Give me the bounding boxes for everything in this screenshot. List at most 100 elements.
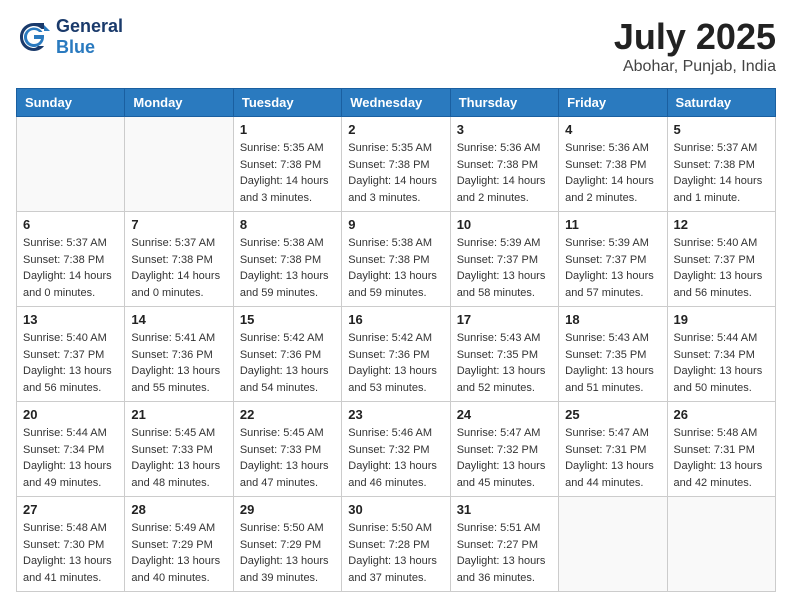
day-info: Sunrise: 5:37 AMSunset: 7:38 PMDaylight:… [23,235,118,301]
day-number: 21 [131,407,226,422]
calendar-cell: 22 Sunrise: 5:45 AMSunset: 7:33 PMDayligh… [233,402,341,497]
calendar-header-sunday: Sunday [17,89,125,117]
calendar-header-wednesday: Wednesday [342,89,450,117]
day-info: Sunrise: 5:36 AMSunset: 7:38 PMDaylight:… [565,140,660,206]
day-number: 27 [23,502,118,517]
day-info: Sunrise: 5:37 AMSunset: 7:38 PMDaylight:… [131,235,226,301]
calendar-cell: 31 Sunrise: 5:51 AMSunset: 7:27 PMDayligh… [450,497,558,592]
day-number: 11 [565,217,660,232]
day-info: Sunrise: 5:48 AMSunset: 7:31 PMDaylight:… [674,425,769,491]
day-info: Sunrise: 5:43 AMSunset: 7:35 PMDaylight:… [457,330,552,396]
calendar-cell [125,117,233,212]
calendar-cell: 3 Sunrise: 5:36 AMSunset: 7:38 PMDaylight… [450,117,558,212]
day-number: 31 [457,502,552,517]
calendar-cell: 19Sunrise: 5:44 AMSunset: 7:34 PMDayligh… [667,307,775,402]
day-info: Sunrise: 5:44 AMSunset: 7:34 PMDaylight:… [674,330,769,396]
day-info: Sunrise: 5:47 AMSunset: 7:32 PMDaylight:… [457,425,552,491]
calendar-cell: 7 Sunrise: 5:37 AMSunset: 7:38 PMDaylight… [125,212,233,307]
calendar-week-row: 20Sunrise: 5:44 AMSunset: 7:34 PMDayligh… [17,402,776,497]
day-info: Sunrise: 5:40 AMSunset: 7:37 PMDaylight:… [674,235,769,301]
calendar-week-row: 1 Sunrise: 5:35 AMSunset: 7:38 PMDaylight… [17,117,776,212]
calendar-header-tuesday: Tuesday [233,89,341,117]
calendar-cell: 28 Sunrise: 5:49 AMSunset: 7:29 PMDayligh… [125,497,233,592]
day-info: Sunrise: 5:50 AMSunset: 7:28 PMDaylight:… [348,520,443,586]
day-info: Sunrise: 5:39 AMSunset: 7:37 PMDaylight:… [457,235,552,301]
day-number: 8 [240,217,335,232]
calendar-cell: 15Sunrise: 5:42 AMSunset: 7:36 PMDayligh… [233,307,341,402]
day-number: 22 [240,407,335,422]
calendar-cell: 11 Sunrise: 5:39 AMSunset: 7:37 PMDayligh… [559,212,667,307]
day-info: Sunrise: 5:41 AMSunset: 7:36 PMDaylight:… [131,330,226,396]
day-number: 10 [457,217,552,232]
day-info: Sunrise: 5:36 AMSunset: 7:38 PMDaylight:… [457,140,552,206]
logo-icon [16,19,52,55]
calendar-week-row: 6 Sunrise: 5:37 AMSunset: 7:38 PMDaylight… [17,212,776,307]
day-number: 25 [565,407,660,422]
day-number: 7 [131,217,226,232]
day-number: 2 [348,122,443,137]
day-info: Sunrise: 5:37 AMSunset: 7:38 PMDaylight:… [674,140,769,206]
day-info: Sunrise: 5:35 AMSunset: 7:38 PMDaylight:… [240,140,335,206]
calendar-cell: 29Sunrise: 5:50 AMSunset: 7:29 PMDayligh… [233,497,341,592]
month-title: July 2025 [614,16,776,58]
day-number: 3 [457,122,552,137]
calendar-cell: 5 Sunrise: 5:37 AMSunset: 7:38 PMDaylight… [667,117,775,212]
day-number: 30 [348,502,443,517]
day-info: Sunrise: 5:45 AMSunset: 7:33 PMDaylight:… [131,425,226,491]
day-info: Sunrise: 5:46 AMSunset: 7:32 PMDaylight:… [348,425,443,491]
calendar-cell: 27Sunrise: 5:48 AMSunset: 7:30 PMDayligh… [17,497,125,592]
calendar-cell: 9 Sunrise: 5:38 AMSunset: 7:38 PMDaylight… [342,212,450,307]
calendar-header-friday: Friday [559,89,667,117]
title-block: July 2025 Abohar, Punjab, India [614,16,776,76]
calendar-cell: 25Sunrise: 5:47 AMSunset: 7:31 PMDayligh… [559,402,667,497]
day-number: 14 [131,312,226,327]
day-info: Sunrise: 5:40 AMSunset: 7:37 PMDaylight:… [23,330,118,396]
day-info: Sunrise: 5:45 AMSunset: 7:33 PMDaylight:… [240,425,335,491]
calendar-week-row: 13 Sunrise: 5:40 AMSunset: 7:37 PMDayligh… [17,307,776,402]
calendar-cell: 8 Sunrise: 5:38 AMSunset: 7:38 PMDaylight… [233,212,341,307]
day-number: 28 [131,502,226,517]
calendar-header-thursday: Thursday [450,89,558,117]
day-info: Sunrise: 5:44 AMSunset: 7:34 PMDaylight:… [23,425,118,491]
day-number: 13 [23,312,118,327]
day-number: 16 [348,312,443,327]
day-number: 26 [674,407,769,422]
calendar-cell: 24 Sunrise: 5:47 AMSunset: 7:32 PMDayligh… [450,402,558,497]
day-number: 24 [457,407,552,422]
day-number: 6 [23,217,118,232]
day-info: Sunrise: 5:38 AMSunset: 7:38 PMDaylight:… [240,235,335,301]
page-header: General Blue July 2025 Abohar, Punjab, I… [16,16,776,76]
day-number: 4 [565,122,660,137]
calendar-header-row: SundayMondayTuesdayWednesdayThursdayFrid… [17,89,776,117]
day-number: 18 [565,312,660,327]
location: Abohar, Punjab, India [614,58,776,76]
day-info: Sunrise: 5:42 AMSunset: 7:36 PMDaylight:… [240,330,335,396]
day-number: 9 [348,217,443,232]
day-info: Sunrise: 5:51 AMSunset: 7:27 PMDaylight:… [457,520,552,586]
day-number: 5 [674,122,769,137]
day-info: Sunrise: 5:43 AMSunset: 7:35 PMDaylight:… [565,330,660,396]
day-info: Sunrise: 5:49 AMSunset: 7:29 PMDaylight:… [131,520,226,586]
calendar-cell: 20Sunrise: 5:44 AMSunset: 7:34 PMDayligh… [17,402,125,497]
calendar-cell: 4 Sunrise: 5:36 AMSunset: 7:38 PMDaylight… [559,117,667,212]
day-info: Sunrise: 5:39 AMSunset: 7:37 PMDaylight:… [565,235,660,301]
calendar-cell: 23 Sunrise: 5:46 AMSunset: 7:32 PMDayligh… [342,402,450,497]
calendar-cell: 13 Sunrise: 5:40 AMSunset: 7:37 PMDayligh… [17,307,125,402]
logo: General Blue [16,16,123,58]
calendar-cell [667,497,775,592]
calendar-week-row: 27Sunrise: 5:48 AMSunset: 7:30 PMDayligh… [17,497,776,592]
calendar-cell [559,497,667,592]
logo-blue: Blue [56,37,95,57]
logo-general: General [56,16,123,36]
calendar-cell: 14 Sunrise: 5:41 AMSunset: 7:36 PMDayligh… [125,307,233,402]
day-number: 23 [348,407,443,422]
day-number: 17 [457,312,552,327]
calendar-cell: 18 Sunrise: 5:43 AMSunset: 7:35 PMDayligh… [559,307,667,402]
calendar-cell: 2Sunrise: 5:35 AMSunset: 7:38 PMDaylight… [342,117,450,212]
day-info: Sunrise: 5:38 AMSunset: 7:38 PMDaylight:… [348,235,443,301]
calendar-cell [17,117,125,212]
calendar-header-monday: Monday [125,89,233,117]
day-number: 1 [240,122,335,137]
day-info: Sunrise: 5:50 AMSunset: 7:29 PMDaylight:… [240,520,335,586]
calendar-cell: 17 Sunrise: 5:43 AMSunset: 7:35 PMDayligh… [450,307,558,402]
